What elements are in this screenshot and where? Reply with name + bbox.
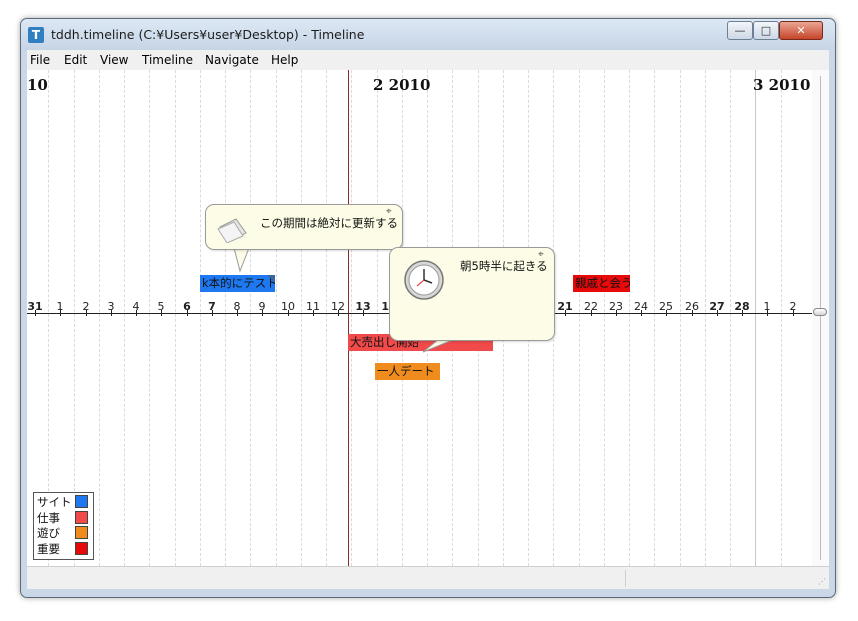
- menu-edit[interactable]: Edit: [64, 53, 87, 67]
- menu-view[interactable]: View: [100, 53, 128, 67]
- minimize-button[interactable]: —: [727, 21, 753, 40]
- close-button[interactable]: ✕: [779, 21, 823, 40]
- legend-swatch: [75, 526, 88, 539]
- legend-label: 遊び: [37, 526, 60, 540]
- pin-icon[interactable]: ⌖: [538, 249, 544, 260]
- legend-swatch: [75, 495, 88, 508]
- legend-label: サイト: [37, 495, 72, 509]
- menu-bar: File Edit View Timeline Navigate Help: [27, 50, 829, 70]
- slider-thumb[interactable]: [813, 308, 827, 316]
- title-bar[interactable]: T tddh.timeline (C:¥Users¥user¥Desktop) …: [21, 19, 835, 50]
- menu-navigate[interactable]: Navigate: [205, 53, 259, 67]
- status-bar: ⋰: [27, 566, 829, 589]
- zoom-slider[interactable]: [812, 70, 829, 566]
- balloon-update[interactable]: この期間は絶対に更新する ⌖: [205, 204, 403, 250]
- balloon-wakeup[interactable]: 朝5時半に起きる ⌖: [389, 247, 555, 341]
- menu-timeline[interactable]: Timeline: [142, 53, 193, 67]
- slider-track: [820, 76, 821, 560]
- menu-help[interactable]: Help: [271, 53, 298, 67]
- main-window: T tddh.timeline (C:¥Users¥user¥Desktop) …: [20, 18, 836, 598]
- legend-swatch: [75, 511, 88, 524]
- clock-icon: [404, 260, 444, 300]
- note-icon: [217, 218, 247, 243]
- balloon-text: 朝5時半に起きる: [460, 259, 548, 273]
- app-icon: T: [28, 27, 44, 43]
- legend-swatch: [75, 542, 88, 555]
- legend-label: 重要: [37, 542, 60, 556]
- window-title: tddh.timeline (C:¥Users¥user¥Desktop) - …: [51, 27, 365, 42]
- legend: サイト 仕事 遊び 重要: [33, 492, 94, 560]
- status-separator: [625, 570, 626, 587]
- menu-file[interactable]: File: [30, 53, 50, 67]
- balloon-text: この期間は絶対に更新する: [260, 216, 398, 230]
- pin-icon[interactable]: ⌖: [386, 206, 392, 217]
- legend-label: 仕事: [37, 511, 60, 525]
- timeline-canvas[interactable]: 10 2 2010 3 2010 31123456789101112131415…: [27, 70, 812, 566]
- maximize-button[interactable]: □: [753, 21, 779, 40]
- resize-grip-icon[interactable]: ⋰: [818, 577, 826, 586]
